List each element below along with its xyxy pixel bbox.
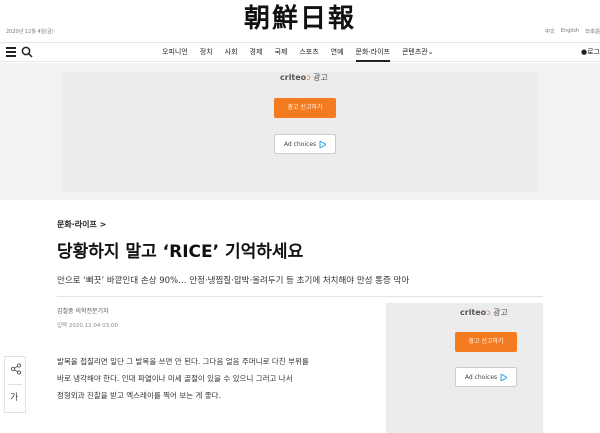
share-icon[interactable] [10,363,22,375]
adchoices-button[interactable]: Ad choices [274,134,336,154]
sidebar-divider [8,384,22,385]
adchoices-icon [319,140,327,148]
side-adchoices-button[interactable]: Ad choices [455,367,517,387]
side-adchoices-icon [500,373,508,381]
article-byline[interactable]: 김철중 의학전문기자 [57,306,109,315]
masthead-logo-art: 朝鮮日報 [244,3,356,32]
side-criteo-logo: criteo [460,308,487,317]
nav-item-society[interactable]: 사회 [225,47,238,62]
criteo-logo-mark: ↄ [306,73,311,82]
nav-item-contents[interactable]: 콘텐츠관⌄ [402,47,434,62]
nav-item-economy[interactable]: 경제 [250,47,263,62]
nav-item-opinion[interactable]: 오피니언 [162,47,188,62]
login-button[interactable]: ●로그 [581,47,600,57]
masthead-logo[interactable]: 朝鮮日報 [0,0,600,32]
article-subhead: 안으로 ‘삐끗’ 바깥인대 손상 90%… 안정·냉찜질·압박·올려두기 등 초… [57,276,410,286]
login-label: 로그 [587,48,600,56]
masthead-text: 朝鮮日報 [244,3,356,32]
main-nav: 오피니언 정치 사회 경제 국제 스포츠 연예 문화·라이프 콘텐츠관⌄ ●로그 [0,42,600,62]
chevron-down-icon: ⌄ [427,48,434,56]
nav-item-contents-label: 콘텐츠관 [401,48,428,56]
nav-item-culture-life[interactable]: 문화·라이프 [355,47,390,62]
header-divider [57,296,543,297]
menu-icon[interactable] [6,47,16,57]
ad-label: 광고 [313,73,328,82]
body-paragraph: 정형외과 진찰을 받고 엑스레이를 찍어 보는 게 좋다. [57,391,221,400]
font-size-button[interactable]: 가 [10,390,18,403]
side-adchoices-label: Ad choices [464,373,498,381]
section-breadcrumb[interactable]: 문화·라이프 > [57,219,106,230]
nav-item-international[interactable]: 국제 [274,47,287,62]
criteo-ad-label: criteoↄ 광고 [280,72,328,83]
floating-sidebar: 가 [4,356,26,413]
criteo-logo: criteo [280,73,307,82]
lang-link-japanese[interactable]: 日本語 [585,28,600,35]
side-criteo-ad-label: criteoↄ 광고 [460,307,508,318]
top-bar: 2020년 12월 4일(금) 朝鮮日報 中文 English 日本語 [0,0,600,42]
side-report-ad-button[interactable]: 광고 신고하기 [455,332,517,352]
article-headline: 당황하지 말고 ‘RICE’ 기억하세요 [57,242,304,262]
article-body: 발목을 접질리면 일단 그 발목을 쓰면 안 된다. 그다음 얼음 주머니로 다… [57,353,367,404]
side-criteo-logo-mark: ↄ [486,308,491,317]
nav-item-entertainment[interactable]: 연예 [331,47,344,62]
adchoices-label: Ad choices [283,140,317,148]
nav-menu: 오피니언 정치 사회 경제 국제 스포츠 연예 문화·라이프 콘텐츠관⌄ [162,47,434,62]
top-ad-frame [63,72,537,192]
article-pubdate: 입력 2020.12.04 03:00 [57,323,118,329]
report-ad-button[interactable]: 광고 신고하기 [274,98,336,118]
body-paragraph: 바로 냉각해야 한다. 인대 파열이나 미세 골절이 있을 수 있으니 그러고 … [57,374,293,383]
nav-item-sports[interactable]: 스포츠 [299,47,318,62]
search-icon[interactable] [21,46,33,58]
language-links: 中文 English 日本語 [545,28,600,35]
top-ad-banner [0,63,600,200]
lang-link-english[interactable]: English [561,28,579,35]
side-ad-label: 광고 [493,308,508,317]
nav-item-politics[interactable]: 정치 [200,47,213,62]
lang-link-chinese[interactable]: 中文 [545,28,555,35]
body-paragraph: 발목을 접질리면 일단 그 발목을 쓰면 안 된다. 그다음 얼음 주머니로 다… [57,357,309,366]
